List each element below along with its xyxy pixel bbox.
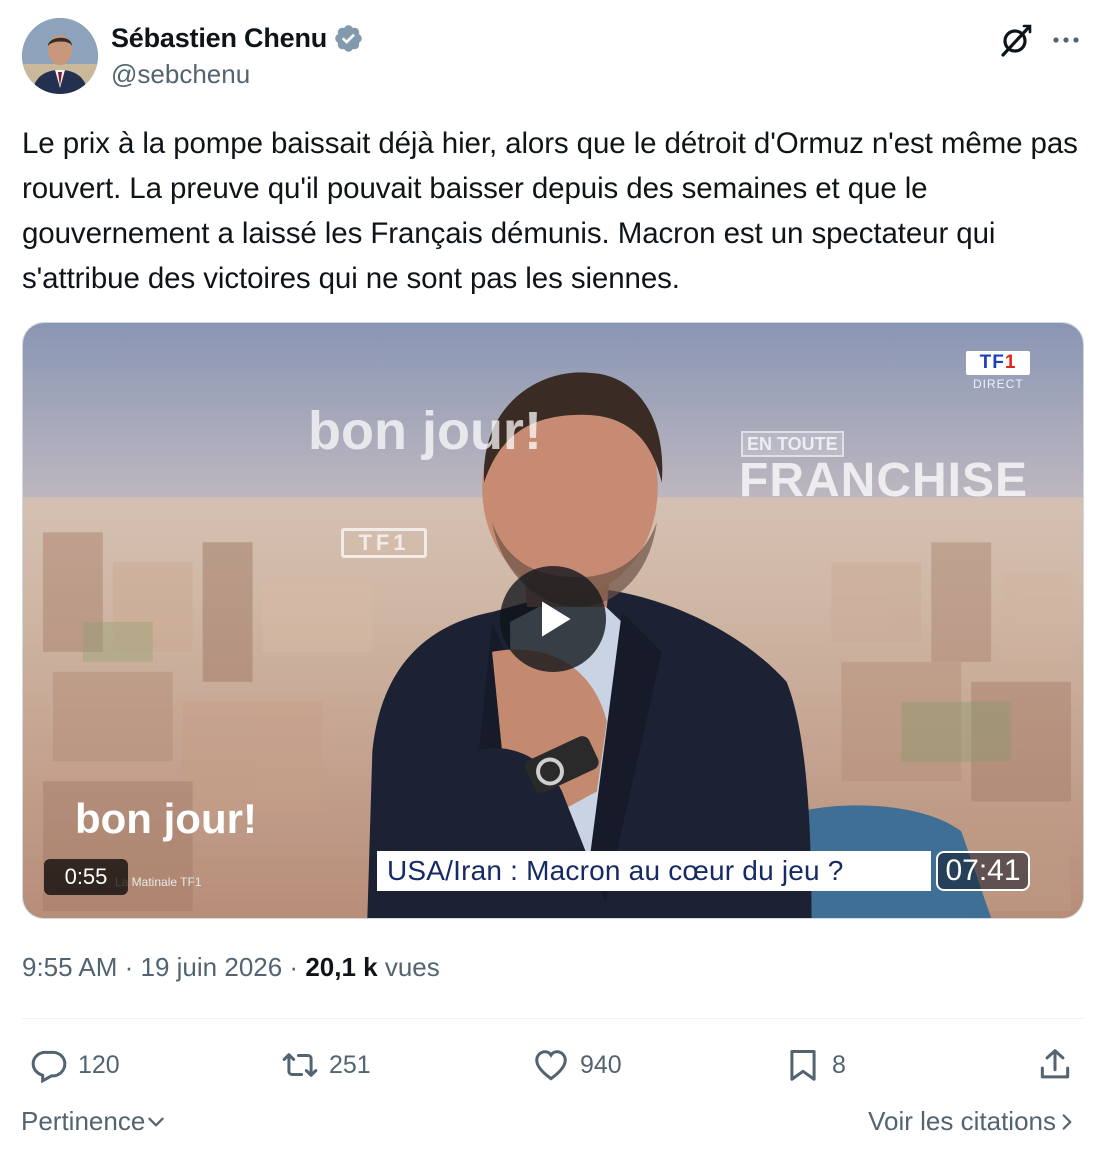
grok-icon[interactable] xyxy=(998,22,1034,58)
like-button[interactable]: 940 xyxy=(532,1043,622,1087)
share-button[interactable] xyxy=(1036,1043,1074,1087)
tweet-time[interactable]: 9:55 AM xyxy=(22,952,125,982)
video-player[interactable]: TF1 DIRECT bon jour! TF1 EN TOUTE FRANCH… xyxy=(22,322,1084,919)
show-name-background: bon jour! xyxy=(308,401,542,461)
bookmark-icon xyxy=(790,1050,816,1081)
verified-badge-icon xyxy=(333,23,364,54)
heart-icon xyxy=(535,1050,567,1081)
avatar[interactable] xyxy=(22,18,98,94)
segment-title: FRANCHISE xyxy=(739,454,1029,507)
corner-show-logo: bon jour! xyxy=(75,795,257,842)
views-count: 20,1 k xyxy=(305,952,385,982)
repost-count: 251 xyxy=(329,1050,371,1079)
broadcast-clock: 07:41 xyxy=(936,851,1030,891)
tweet-meta: 9:55 AM · 19 juin 2026 · 20,1 k vues xyxy=(22,952,440,983)
more-icon[interactable] xyxy=(1050,26,1082,54)
bookmark-count: 8 xyxy=(832,1050,846,1079)
quotes-link[interactable]: Voir les citations xyxy=(868,1106,1078,1137)
sort-dropdown[interactable]: Pertinence xyxy=(21,1106,167,1137)
bookmark-button[interactable]: 8 xyxy=(784,1043,846,1087)
show-badge: TF1 xyxy=(341,528,427,558)
channel-status: DIRECT xyxy=(973,377,1024,391)
chevron-down-icon xyxy=(148,1117,165,1126)
reply-count: 120 xyxy=(78,1050,120,1079)
news-ticker: USA/Iran : Macron au cœur du jeu ? xyxy=(377,851,931,891)
sort-label: Pertinence xyxy=(21,1106,146,1136)
channel-logo: TF1 xyxy=(966,351,1030,375)
share-icon xyxy=(1040,1049,1070,1079)
like-count: 940 xyxy=(580,1050,622,1079)
channel-logo-text: TF1 xyxy=(979,352,1017,373)
chevron-right-icon xyxy=(1062,1113,1072,1130)
video-duration: 0:55 xyxy=(44,859,128,895)
divider xyxy=(22,1018,1084,1019)
tweet-text: Le prix à la pompe baissait déjà hier, a… xyxy=(22,127,1078,295)
reply-button[interactable]: 120 xyxy=(30,1043,120,1087)
reply-icon xyxy=(31,1050,67,1084)
play-icon xyxy=(542,601,571,637)
repost-icon xyxy=(282,1053,318,1077)
meta-separator: · xyxy=(289,952,306,982)
views-label: vues xyxy=(384,952,440,982)
author-name-row[interactable]: Sébastien Chenu xyxy=(111,21,364,55)
play-button[interactable] xyxy=(500,566,606,672)
author-handle[interactable]: @sebchenu xyxy=(111,59,250,90)
quotes-link-label: Voir les citations xyxy=(868,1106,1056,1136)
display-name[interactable]: Sébastien Chenu xyxy=(111,23,327,54)
meta-separator: · xyxy=(124,952,141,982)
channel-logo-digit: 1 xyxy=(1004,352,1017,373)
repost-button[interactable]: 251 xyxy=(281,1043,371,1087)
tweet-date[interactable]: 19 juin 2026 xyxy=(141,952,290,982)
tweet: Sébastien Chenu @sebchenu Le prix à la p… xyxy=(0,0,1106,1156)
